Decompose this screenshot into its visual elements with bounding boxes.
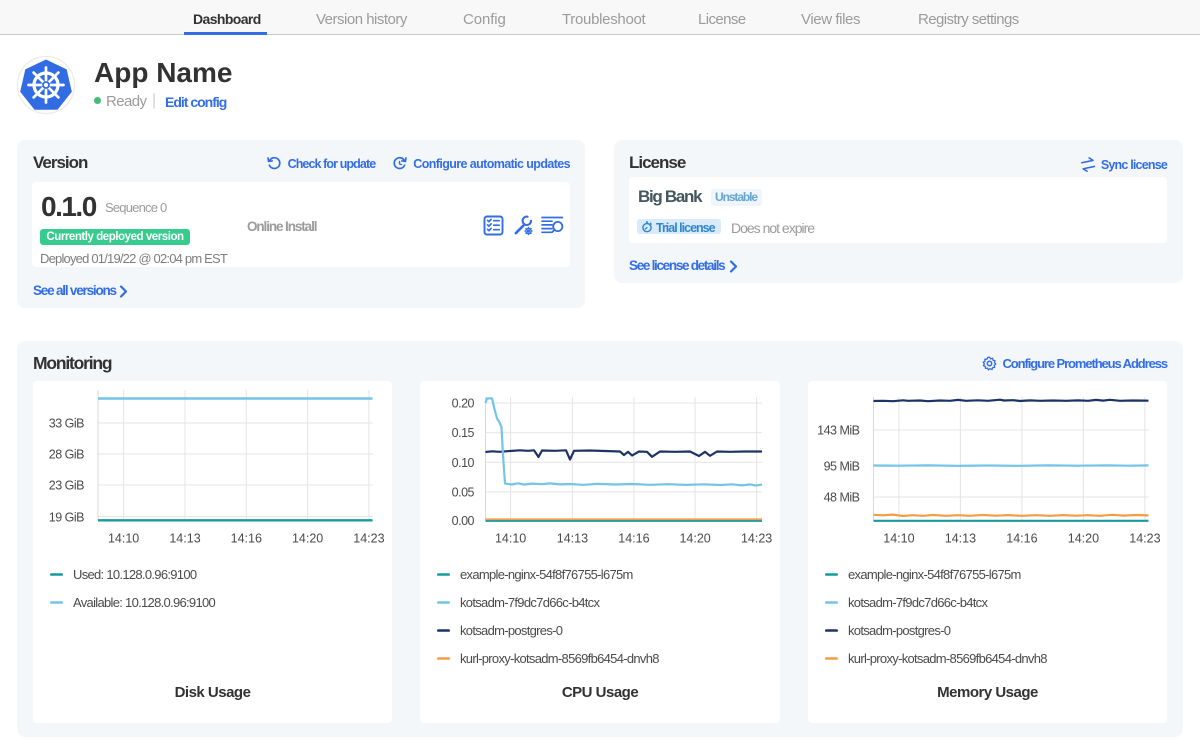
svg-text:0.00: 0.00	[452, 514, 475, 528]
svg-text:14:23: 14:23	[741, 532, 772, 546]
svg-text:example-nginx-54f8f76755-l675m: example-nginx-54f8f76755-l675m	[460, 567, 633, 582]
svg-text:143 MiB: 143 MiB	[817, 424, 860, 438]
svg-text:14:10: 14:10	[495, 532, 526, 546]
svg-text:kotsadm-7f9dc7d66c-b4tcx: kotsadm-7f9dc7d66c-b4tcx	[848, 595, 988, 610]
svg-text:0.05: 0.05	[452, 485, 475, 499]
svg-text:28 GiB: 28 GiB	[49, 448, 84, 462]
svg-text:14:20: 14:20	[1068, 532, 1099, 546]
svg-text:48 MiB: 48 MiB	[824, 491, 860, 505]
svg-text:33 GiB: 33 GiB	[49, 417, 84, 431]
svg-text:14:16: 14:16	[231, 532, 262, 546]
svg-text:Available: 10.128.0.96:9100: Available: 10.128.0.96:9100	[73, 595, 216, 610]
svg-text:14:13: 14:13	[557, 532, 588, 546]
svg-text:kurl-proxy-kotsadm-8569fb6454-: kurl-proxy-kotsadm-8569fb6454-dnvh8	[460, 651, 659, 666]
svg-text:14:10: 14:10	[108, 532, 139, 546]
svg-text:0.10: 0.10	[452, 456, 475, 470]
svg-text:0.20: 0.20	[452, 397, 475, 411]
svg-text:95 MiB: 95 MiB	[824, 460, 860, 474]
svg-text:14:16: 14:16	[618, 532, 649, 546]
svg-text:Memory Usage: Memory Usage	[937, 684, 1038, 701]
svg-text:23 GiB: 23 GiB	[49, 479, 84, 493]
svg-text:14:23: 14:23	[1129, 532, 1160, 546]
svg-text:0.15: 0.15	[452, 426, 475, 440]
svg-text:14:13: 14:13	[169, 532, 200, 546]
svg-text:14:20: 14:20	[679, 532, 710, 546]
svg-text:14:20: 14:20	[292, 532, 323, 546]
svg-text:kotsadm-7f9dc7d66c-b4tcx: kotsadm-7f9dc7d66c-b4tcx	[460, 595, 600, 610]
svg-text:kotsadm-postgres-0: kotsadm-postgres-0	[848, 623, 951, 638]
svg-text:example-nginx-54f8f76755-l675m: example-nginx-54f8f76755-l675m	[848, 567, 1021, 582]
svg-text:kotsadm-postgres-0: kotsadm-postgres-0	[460, 623, 563, 638]
svg-text:19 GiB: 19 GiB	[49, 511, 84, 525]
svg-text:14:23: 14:23	[353, 532, 384, 546]
svg-text:14:16: 14:16	[1006, 532, 1037, 546]
svg-text:Disk Usage: Disk Usage	[175, 684, 251, 701]
svg-text:Used: 10.128.0.96:9100: Used: 10.128.0.96:9100	[73, 567, 197, 582]
svg-text:14:10: 14:10	[883, 532, 914, 546]
svg-text:14:13: 14:13	[945, 532, 976, 546]
svg-text:CPU Usage: CPU Usage	[562, 684, 639, 701]
svg-text:kurl-proxy-kotsadm-8569fb6454-: kurl-proxy-kotsadm-8569fb6454-dnvh8	[848, 651, 1047, 666]
